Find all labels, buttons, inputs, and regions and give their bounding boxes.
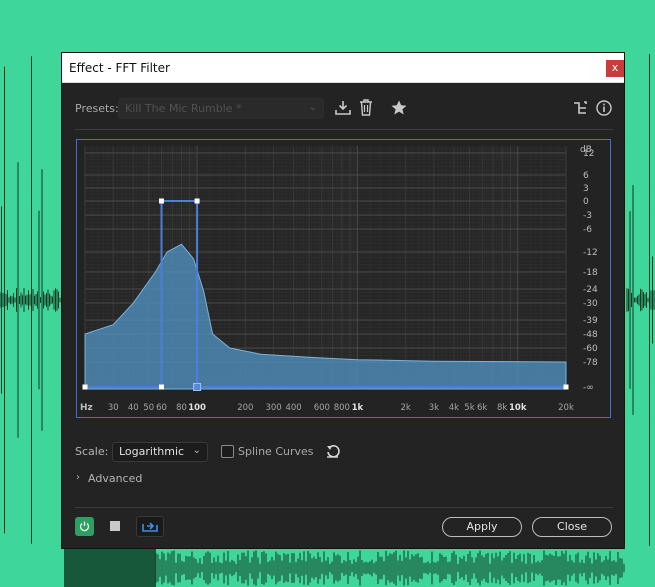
reset-icon[interactable] xyxy=(325,443,341,459)
db-tick-label: -60 xyxy=(583,344,598,354)
db-tick-label: -∞ xyxy=(583,383,594,393)
hz-tick-label: 40 xyxy=(128,403,139,413)
hz-tick-label: 2k xyxy=(400,403,410,413)
hz-tick-label: 10k xyxy=(509,403,527,413)
db-tick-label: 12 xyxy=(583,149,594,159)
stop-button[interactable] xyxy=(110,521,120,531)
save-preset-icon[interactable] xyxy=(335,100,351,116)
presets-dropdown[interactable]: Kill The Mic Rumble * ⌄ xyxy=(118,98,324,119)
loop-icon xyxy=(142,522,158,532)
hz-tick-label: 8k xyxy=(497,403,507,413)
divider xyxy=(75,129,613,130)
db-tick-label: 3 xyxy=(583,184,589,194)
filter-handle[interactable] xyxy=(194,198,200,204)
dialog-title: Effect - FFT Filter xyxy=(69,61,170,75)
db-tick-label: -48 xyxy=(583,330,598,340)
hz-tick-label: 800 xyxy=(334,403,350,413)
fft-graph-panel[interactable]: dB 12 6 3 0 -3 -6 -12 -18 -24 -30 -39 -48 -60 -78 -∞ H… xyxy=(76,139,611,418)
hz-tick-label: 600 xyxy=(314,403,330,413)
fft-filter-graph[interactable]: dB 12630-3-6-12-18-24-30-39-48-60-78-∞ H… xyxy=(77,140,610,417)
loop-playback-button[interactable] xyxy=(136,516,164,537)
db-tick-label: -39 xyxy=(583,316,598,326)
hz-tick-label: 30 xyxy=(108,403,119,413)
spline-curves-checkbox[interactable] xyxy=(221,445,234,458)
hz-tick-label: 4k xyxy=(449,403,459,413)
close-window-button[interactable]: x xyxy=(606,60,624,77)
db-tick-label: -78 xyxy=(583,358,598,368)
scale-label: Scale: xyxy=(75,445,109,458)
filter-handle[interactable] xyxy=(193,383,202,391)
filter-handle[interactable] xyxy=(158,384,164,390)
spline-curves-label: Spline Curves xyxy=(238,445,314,458)
hz-tick-label: 1k xyxy=(352,403,364,413)
info-icon[interactable] xyxy=(596,100,612,116)
hz-tick-label: 100 xyxy=(188,403,206,413)
chevron-right-icon[interactable]: › xyxy=(76,472,80,483)
hz-tick-label: 400 xyxy=(285,403,301,413)
hz-tick-label: 60 xyxy=(156,403,167,413)
db-tick-label: -6 xyxy=(583,225,592,235)
chevron-down-icon: ⌄ xyxy=(192,445,201,456)
db-tick-label: 0 xyxy=(583,197,589,207)
power-toggle-button[interactable] xyxy=(75,517,94,536)
power-icon xyxy=(79,521,90,532)
routing-icon[interactable] xyxy=(573,101,587,115)
hz-unit-label: Hz xyxy=(80,403,93,413)
hz-axis-labels: 30 40 50 60 80 100 200 300 400 600 800 1k 2k 3k 4k 5k 6k… xyxy=(108,403,574,413)
close-button[interactable]: Close xyxy=(532,517,612,537)
apply-button[interactable]: Apply xyxy=(442,517,522,537)
fft-filter-dialog: Effect - FFT Filter x Presets: Kill The … xyxy=(61,52,625,549)
hz-tick-label: 300 xyxy=(265,403,281,413)
hz-tick-label: 80 xyxy=(176,403,187,413)
filter-handle[interactable] xyxy=(158,198,164,204)
filter-handle[interactable] xyxy=(563,384,569,390)
favorite-star-icon[interactable] xyxy=(391,100,407,115)
presets-value: Kill The Mic Rumble * xyxy=(125,102,242,115)
divider xyxy=(75,507,613,508)
advanced-toggle[interactable]: Advanced xyxy=(88,472,142,485)
filter-handle[interactable] xyxy=(82,384,88,390)
hz-tick-label: 6k xyxy=(477,403,487,413)
db-tick-label: -24 xyxy=(583,285,598,295)
db-tick-label: -3 xyxy=(583,211,592,221)
scale-dropdown[interactable]: Logarithmic ⌄ xyxy=(112,442,208,462)
db-tick-label: -30 xyxy=(583,299,598,309)
db-tick-label: -12 xyxy=(583,248,598,258)
hz-tick-label: 5k xyxy=(464,403,474,413)
hz-tick-label: 50 xyxy=(143,403,154,413)
scale-value: Logarithmic xyxy=(119,445,185,458)
hz-tick-label: 200 xyxy=(237,403,253,413)
presets-label: Presets: xyxy=(75,102,119,115)
hz-tick-label: 20k xyxy=(558,403,574,413)
db-tick-label: -18 xyxy=(583,268,598,278)
hz-tick-label: 3k xyxy=(429,403,439,413)
chevron-down-icon: ⌄ xyxy=(308,102,317,113)
title-bar: Effect - FFT Filter x xyxy=(62,53,624,83)
db-tick-label: 6 xyxy=(583,171,589,181)
delete-preset-icon[interactable] xyxy=(359,99,373,116)
